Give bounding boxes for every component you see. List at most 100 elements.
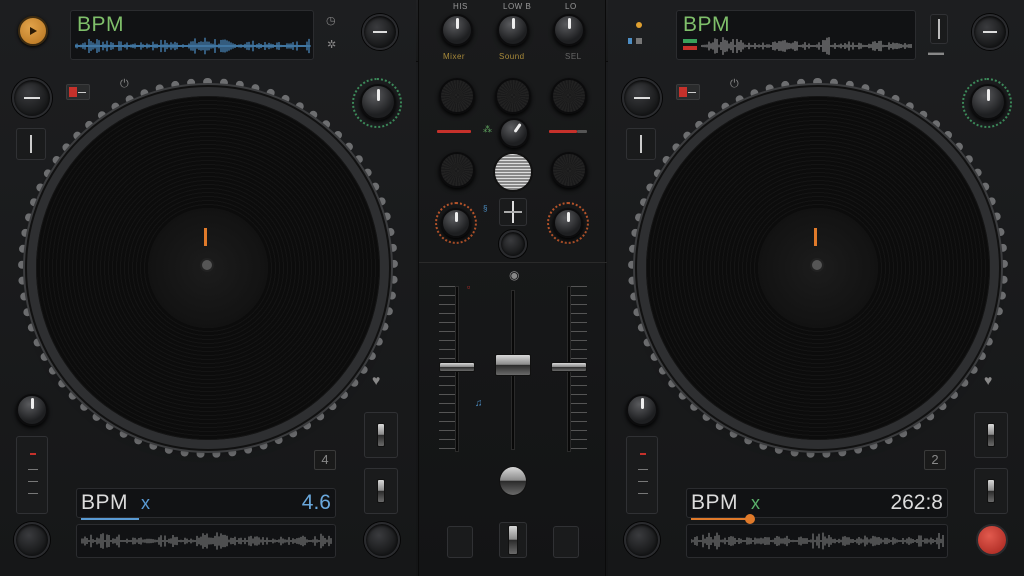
loop-button-b[interactable] [626,128,656,160]
mixer-bottom-pad-left[interactable] [447,526,473,558]
bpm-multiplier-b[interactable]: x [751,493,760,514]
headphone-button[interactable] [499,230,527,258]
bpm-label-bottom-b: BPM [691,491,739,514]
slider-a1[interactable] [364,412,398,458]
power-icon: ⏻ [120,78,129,90]
crossfeed-disc[interactable] [493,152,533,192]
level-meter-b [549,130,577,133]
pitch-bend-button-b[interactable] [622,78,662,118]
gain-knob[interactable] [360,84,396,120]
mixer-label-1: HIS [453,2,468,11]
sync-toggle[interactable] [66,84,90,100]
pitch-fader-panel[interactable] [16,436,48,514]
top-right-button-b[interactable] [972,14,1008,50]
channel-fader-b[interactable] [551,362,587,372]
play-pause-icon [30,27,37,35]
pitch-bend-button[interactable] [12,78,52,118]
mixer-bottom-pad-center[interactable] [499,522,527,558]
cue-button-b[interactable] [624,522,660,558]
deck-number: 4 [314,450,336,470]
slider-a2[interactable] [364,468,398,514]
bpm-value: 4.6 [301,491,331,514]
slider-b2[interactable] [974,468,1008,514]
mixer-sublabel-1: Mixer [443,52,466,61]
bpm-value-b: 262:8 [890,491,943,514]
bottom-waveform [81,532,332,550]
mixer-center-switch[interactable] [499,198,527,226]
master-fader[interactable] [495,354,531,376]
level-meter-a [437,130,471,133]
filter-knob-a[interactable] [441,208,471,238]
eq-high-b[interactable] [551,78,587,114]
mixer-divider [419,262,607,263]
mixer-sublabel-3: SEL [565,52,582,61]
sync-toggle-b[interactable] [676,84,700,100]
record-button[interactable] [976,524,1008,556]
top-waveform-panel-b[interactable]: BPM [676,10,916,60]
mixer: HIS LOW B LO Mixer Sound SEL ⁂ § ◉ ▫ ♫ [418,0,607,576]
pitch-fader-panel-b[interactable] [626,436,658,514]
top-right-button[interactable] [362,14,398,50]
mixer-sublabel-2: Sound [499,52,525,61]
sync-indicator: § [483,204,488,213]
bottom-bpm-panel[interactable]: BPM x 4.6 [76,488,336,520]
spindle-b [810,258,824,272]
loop-button[interactable] [16,128,46,160]
eq-mid-a[interactable] [439,152,475,188]
settings-icon: ✲ [327,39,337,51]
sync-button[interactable] [364,522,400,558]
filter-knob[interactable] [16,394,48,426]
bpm-label-bottom: BPM [81,491,129,514]
fader-marker-a: ▫ [467,282,471,292]
record-icon: ◉ [509,268,520,282]
cue-button[interactable] [14,522,50,558]
eq-bar-red [683,46,697,50]
cue-marker-b [814,228,817,246]
fader-marker-a2: ♫ [475,398,483,409]
eq-high-mid[interactable] [495,78,531,114]
mixer-knob-2[interactable] [497,14,529,46]
mixer-knob-center[interactable] [499,118,529,148]
play-pause-button[interactable] [18,16,48,46]
heart-icon-b: ♥ [984,372,993,388]
eq-high-a[interactable] [439,78,475,114]
bpm-label-b: BPM [683,13,731,36]
channel-fader-a[interactable] [439,362,475,372]
gain-knob-b[interactable] [970,84,1006,120]
bottom-bpm-panel-b[interactable]: BPM x 262:8 [686,488,948,524]
mixer-label-3: LO [565,2,577,11]
top-waveform-panel[interactable]: BPM [70,10,314,60]
deck-b-indicator-blue [628,38,632,44]
link-icon: ⁂ [483,124,492,134]
progress-bar [81,518,139,520]
filter-knob-b2[interactable] [626,394,658,426]
dj-app: BPM ◷ ✲ ⏻ ♥ 4 BPM x 4.6 HIS LOW B LO Mix… [0,0,1024,576]
top-waveform [75,37,311,55]
eq-mid-b[interactable] [551,152,587,188]
mixer-knob-1[interactable] [441,14,473,46]
top-waveform-b [701,37,912,55]
deck-b-status: ▬▬ [928,48,944,57]
slider-b1[interactable] [974,412,1008,458]
level-meter-b-tail [577,130,587,133]
crossfader-knob[interactable] [499,466,527,496]
deck-b-menu[interactable] [930,14,948,44]
mixer-bottom-pad-right[interactable] [553,526,579,558]
spindle [200,258,214,272]
bottom-waveform-panel-b[interactable] [686,524,948,558]
bottom-waveform-b [691,532,944,550]
clock-icon: ◷ [326,15,336,27]
progress-handle-b[interactable] [745,514,755,524]
deck-b: BPM ▬▬ ⏻ ♥ 2 BPM x 262:8 [608,0,1024,576]
bottom-waveform-panel[interactable] [76,524,336,558]
filter-knob-b[interactable] [553,208,583,238]
bpm-label: BPM [77,13,125,36]
power-icon-b: ⏻ [730,78,739,90]
deck-a: BPM ◷ ✲ ⏻ ♥ 4 BPM x 4.6 [0,0,416,576]
deck-number-b: 2 [924,450,946,470]
bpm-multiplier[interactable]: x [141,493,150,514]
deck-b-indicator-gray [636,38,642,44]
heart-icon: ♥ [372,372,381,388]
mixer-knob-3[interactable] [553,14,585,46]
mixer-label-2: LOW B [503,2,532,11]
